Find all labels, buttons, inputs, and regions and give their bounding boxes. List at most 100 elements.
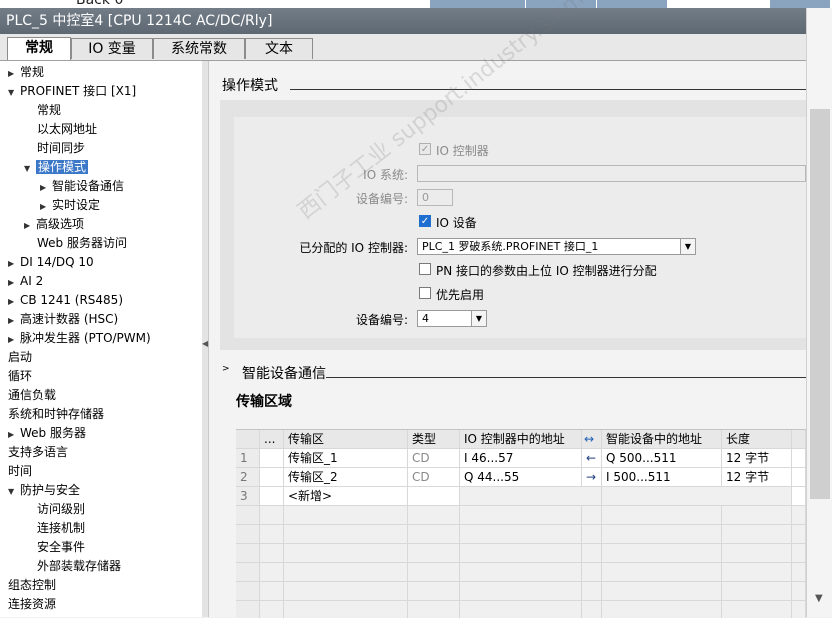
tab-general[interactable]: 常规 xyxy=(7,37,71,60)
row-number[interactable] xyxy=(236,506,260,525)
table-header-cell[interactable]: 类型 xyxy=(408,430,460,449)
table-cell[interactable] xyxy=(722,525,792,544)
row-number[interactable] xyxy=(236,601,260,618)
table-cell[interactable]: 传输区_1 xyxy=(284,449,408,468)
chevron-down-icon[interactable]: ▼ xyxy=(471,311,486,326)
table-header-cell[interactable] xyxy=(236,430,260,449)
row-number[interactable]: 2 xyxy=(236,468,260,487)
table-cell[interactable] xyxy=(408,487,460,506)
direction-arrow-icon[interactable]: ← xyxy=(582,449,602,468)
table-cell[interactable] xyxy=(260,563,284,582)
device-number2-dropdown[interactable]: 4 ▼ xyxy=(417,310,487,327)
tree-item[interactable]: 通信负载 xyxy=(8,386,56,405)
row-number[interactable] xyxy=(236,525,260,544)
tree-item[interactable]: 循环 xyxy=(8,367,32,386)
table-cell[interactable] xyxy=(722,544,792,563)
collapse-arrow-icon[interactable]: ▼ xyxy=(24,159,36,178)
tree-item[interactable]: 系统和时钟存储器 xyxy=(8,405,104,424)
expand-arrow-icon[interactable]: ▶ xyxy=(8,254,20,273)
table-cell[interactable] xyxy=(408,601,460,618)
expand-arrow-icon[interactable]: ▶ xyxy=(40,178,52,197)
table-cell[interactable] xyxy=(408,525,460,544)
table-cell[interactable] xyxy=(460,525,582,544)
table-cell[interactable] xyxy=(260,582,284,601)
table-cell[interactable] xyxy=(460,506,582,525)
table-cell[interactable] xyxy=(792,449,806,468)
table-header-cell[interactable]: ... xyxy=(260,430,284,449)
tree-item[interactable]: 以太网地址 xyxy=(37,120,97,139)
tab-system-constants[interactable]: 系统常数 xyxy=(153,38,245,59)
table-cell[interactable] xyxy=(260,601,284,618)
tree-item[interactable]: 外部装载存储器 xyxy=(37,557,121,576)
tree-item[interactable]: ▶ 高级选项 xyxy=(24,215,84,234)
table-header-cell[interactable]: IO 控制器中的地址 xyxy=(460,430,582,449)
table-cell[interactable] xyxy=(460,582,582,601)
table-cell[interactable] xyxy=(582,582,602,601)
table-cell[interactable]: Q 44...55 xyxy=(460,468,582,487)
table-cell[interactable]: CD xyxy=(408,468,460,487)
pn-params-checkbox[interactable] xyxy=(419,263,431,275)
collapse-arrow-icon[interactable]: ▼ xyxy=(8,83,20,102)
expand-arrow-icon[interactable]: ▶ xyxy=(8,64,20,83)
tree-item[interactable]: Web 服务器访问 xyxy=(37,234,127,253)
table-cell[interactable] xyxy=(602,544,722,563)
tree-item[interactable]: ▶ Web 服务器 xyxy=(8,424,86,443)
table-header-cell[interactable]: 智能设备中的地址 xyxy=(602,430,722,449)
table-cell[interactable] xyxy=(792,468,806,487)
table-cell[interactable] xyxy=(582,525,602,544)
tree-item[interactable]: 启动 xyxy=(8,348,32,367)
table-cell[interactable] xyxy=(284,563,408,582)
row-number[interactable] xyxy=(236,544,260,563)
table-cell[interactable] xyxy=(722,601,792,618)
tree-item[interactable]: ▶ 实时设定 xyxy=(40,196,100,215)
tree-item[interactable]: 连接资源 xyxy=(8,595,56,614)
table-cell[interactable] xyxy=(260,468,284,487)
section-intelligent-device-comm[interactable]: > 智能设备通信 xyxy=(220,358,806,384)
table-cell[interactable] xyxy=(260,525,284,544)
tree-item[interactable]: 常规 xyxy=(37,101,61,120)
table-cell[interactable] xyxy=(792,563,806,582)
tree-item[interactable]: 连接机制 xyxy=(37,519,85,538)
table-cell[interactable] xyxy=(792,582,806,601)
direction-arrow-icon[interactable]: → xyxy=(582,468,602,487)
table-cell[interactable] xyxy=(408,582,460,601)
row-number[interactable]: 3 xyxy=(236,487,260,506)
table-cell[interactable] xyxy=(260,449,284,468)
tree-item[interactable]: ▶ 高速计数器 (HSC) xyxy=(8,310,118,329)
table-cell[interactable] xyxy=(582,563,602,582)
tree-item[interactable]: 时间 xyxy=(8,462,32,481)
io-controller-checkbox[interactable]: ✓ xyxy=(419,143,431,155)
table-cell[interactable] xyxy=(602,525,722,544)
scrollbar-thumb[interactable] xyxy=(810,109,830,499)
table-cell[interactable] xyxy=(722,506,792,525)
table-cell[interactable] xyxy=(460,601,582,618)
table-cell[interactable] xyxy=(792,525,806,544)
tree-item[interactable]: ▶ AI 2 xyxy=(8,272,43,291)
splitter[interactable]: ◀ xyxy=(202,61,209,617)
table-cell[interactable] xyxy=(792,506,806,525)
expand-arrow-icon[interactable]: ▶ xyxy=(8,330,20,349)
expand-arrow-icon[interactable]: ▶ xyxy=(8,425,20,444)
table-cell[interactable]: <新增> xyxy=(284,487,408,506)
tree-item[interactable]: ▼ 防护与安全 xyxy=(8,481,80,500)
splitter-grip-icon[interactable]: ◀ xyxy=(202,339,208,348)
table-cell[interactable] xyxy=(602,563,722,582)
chevron-down-icon[interactable]: ▼ xyxy=(815,593,823,604)
tree-item[interactable]: ▼ 操作模式 xyxy=(24,158,89,178)
table-cell[interactable]: I 500...511 xyxy=(602,468,722,487)
table-header-cell[interactable] xyxy=(792,430,806,449)
tab-texts[interactable]: 文本 xyxy=(245,38,313,59)
chevron-down-icon[interactable]: ▼ xyxy=(680,239,695,254)
table-header-cell[interactable]: ↔ xyxy=(582,430,602,449)
table-cell[interactable] xyxy=(408,506,460,525)
table-cell[interactable]: I 46...57 xyxy=(460,449,582,468)
expand-arrow-icon[interactable]: ▶ xyxy=(40,197,52,216)
vertical-scrollbar[interactable]: ▼ xyxy=(806,8,832,617)
tree-item[interactable]: 支持多语言 xyxy=(8,443,68,462)
row-number[interactable] xyxy=(236,582,260,601)
table-cell[interactable] xyxy=(408,563,460,582)
table-cell[interactable] xyxy=(460,563,582,582)
table-cell[interactable] xyxy=(284,506,408,525)
tree-item[interactable]: ▶ 智能设备通信 xyxy=(40,177,124,196)
table-cell[interactable] xyxy=(460,544,582,563)
